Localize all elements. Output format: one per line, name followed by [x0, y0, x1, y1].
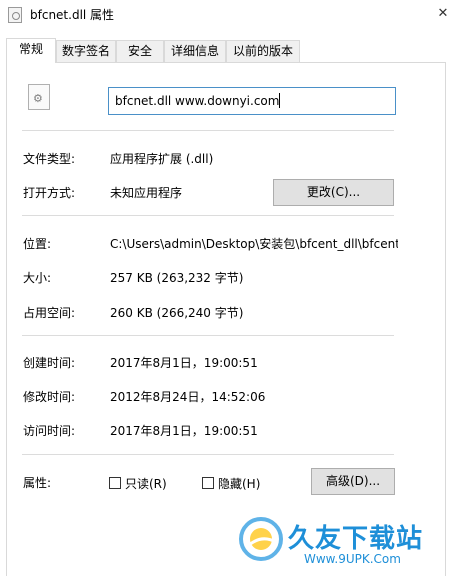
tab-details[interactable]: 详细信息: [164, 40, 226, 62]
tab-security[interactable]: 安全: [116, 40, 164, 62]
created-value: 2017年8月1日，19:00:51: [110, 356, 258, 370]
file-name-input[interactable]: bfcnet.dll www.downyi.com: [108, 87, 396, 115]
size-label: 大小:: [23, 271, 52, 285]
size-on-disk-value: 260 KB (266,240 字节): [110, 306, 244, 320]
tab-previous-versions[interactable]: 以前的版本: [226, 40, 300, 62]
tab-digital-signatures[interactable]: 数字签名: [56, 40, 116, 62]
file-name-text: bfcnet.dll www.downyi.com: [115, 94, 280, 108]
size-value: 257 KB (263,232 字节): [110, 271, 244, 285]
divider: [22, 215, 394, 216]
tab-bar: 常规 数字签名 安全 详细信息 以前的版本: [6, 38, 446, 63]
change-button[interactable]: 更改(C)...: [273, 179, 394, 206]
file-type-label: 文件类型:: [23, 152, 76, 166]
opens-with-label: 打开方式:: [23, 186, 76, 200]
modified-label: 修改时间:: [23, 390, 76, 404]
dll-file-icon: [8, 7, 22, 23]
readonly-checkbox[interactable]: [109, 477, 121, 489]
watermark-logo-icon: [239, 517, 283, 561]
size-on-disk-label: 占用空间:: [23, 306, 76, 320]
accessed-value: 2017年8月1日，19:00:51: [110, 424, 258, 438]
window-title: bfcnet.dll 属性: [30, 8, 115, 22]
watermark-title: 久友下载站: [288, 524, 424, 554]
modified-value: 2012年8月24日，14:52:06: [110, 390, 266, 404]
gear-icon: ⚙: [33, 92, 43, 105]
hidden-label[interactable]: 隐藏(H): [218, 475, 260, 492]
divider: [22, 335, 394, 336]
text-caret: [279, 93, 281, 108]
advanced-button[interactable]: 高级(D)...: [311, 468, 395, 495]
attributes-label: 属性:: [23, 476, 52, 490]
watermark: 久友下载站 Www.9UPK.Com: [238, 512, 452, 576]
divider: [22, 130, 394, 131]
tab-general[interactable]: 常规: [6, 38, 56, 63]
opens-with-value: 未知应用程序: [110, 186, 183, 200]
location-label: 位置:: [23, 237, 52, 251]
hidden-checkbox[interactable]: [202, 477, 214, 489]
dll-file-gear-icon: ⚙: [28, 84, 50, 110]
watermark-url: Www.9UPK.Com: [304, 552, 401, 566]
created-label: 创建时间:: [23, 356, 76, 370]
location-value: C:\Users\admin\Desktop\安装包\bfcent_dll\bf…: [110, 237, 398, 251]
accessed-label: 访问时间:: [23, 424, 76, 438]
title-bar: bfcnet.dll 属性 ✕: [0, 0, 454, 30]
divider: [22, 454, 394, 455]
file-type-value: 应用程序扩展 (.dll): [110, 152, 214, 166]
readonly-label[interactable]: 只读(R): [125, 475, 167, 492]
close-icon[interactable]: ✕: [432, 0, 454, 30]
